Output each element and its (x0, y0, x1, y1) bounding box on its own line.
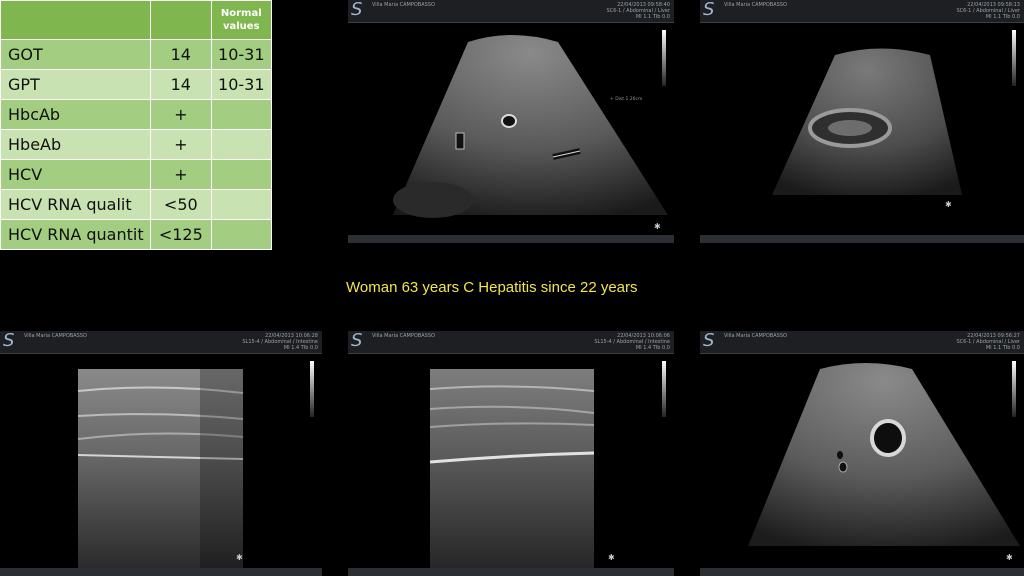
test-name: GPT (0, 69, 152, 100)
test-value: <50 (150, 189, 212, 220)
ultrasound-image-linear-1: S Villa Maria CAMPOBASSO 22/04/2013 10:0… (0, 331, 322, 576)
test-value: 14 (150, 69, 212, 100)
ultrasound-scan-liver (393, 35, 668, 218)
normal-value: 10-31 (210, 69, 273, 100)
ultrasound-image-kidney: S Villa Maria CAMPOBASSO 22/04/2013 09:5… (700, 0, 1024, 243)
test-value: + (150, 129, 212, 160)
table-row: HCV RNA quantit <125 (0, 219, 273, 250)
lab-results-table: Normal values GOT 14 10-31 GPT 14 10-31 … (0, 0, 273, 250)
scanner-footer (700, 568, 1024, 576)
test-name: HbeAb (0, 129, 152, 160)
ultrasound-image-liver-2: S Villa Maria CAMPOBASSO 22/04/2013 09:5… (700, 331, 1024, 576)
header-cell-test (0, 0, 152, 40)
header-cell-value (150, 0, 212, 40)
test-value: 14 (150, 39, 212, 70)
test-name: GOT (0, 39, 152, 70)
grayscale-bar (1012, 361, 1016, 417)
case-caption: Woman 63 years C Hepatitis since 22 year… (346, 279, 638, 296)
ultrasound-image-linear-2: S Villa Maria CAMPOBASSO 22/04/2013 10:0… (348, 331, 674, 576)
test-value: + (150, 99, 212, 130)
table-header-row: Normal values (0, 0, 273, 40)
scanner-footer (0, 568, 322, 576)
scanner-footer (348, 568, 674, 576)
grayscale-bar (1012, 30, 1016, 86)
focus-marker-icon: ✱ (945, 200, 952, 209)
ultrasound-scan-kidney (772, 48, 962, 195)
focus-marker-icon: ✱ (608, 553, 615, 562)
test-name: HCV RNA qualit (0, 189, 152, 220)
table-row: HbeAb + (0, 129, 273, 160)
focus-marker-icon: ✱ (654, 222, 661, 231)
scanner-footer (700, 235, 1024, 243)
table-row: HCV + (0, 159, 273, 190)
measurement-label: + Dist 1.26cm (610, 97, 643, 102)
grayscale-bar (662, 30, 666, 86)
table-row: GPT 14 10-31 (0, 69, 273, 100)
normal-value (210, 159, 273, 190)
table-row: HbcAb + (0, 99, 273, 130)
ultrasound-scan-gallbladder (748, 363, 1020, 546)
test-name: HCV (0, 159, 152, 190)
ultrasound-scan-intestine (429, 369, 595, 569)
grayscale-bar (662, 361, 666, 417)
test-value: <125 (150, 219, 212, 250)
normal-value (210, 189, 273, 220)
scanner-footer (348, 235, 674, 243)
normal-value (210, 129, 273, 160)
test-value: + (150, 159, 212, 190)
focus-marker-icon: ✱ (236, 553, 243, 562)
test-name: HCV RNA quantit (0, 219, 152, 250)
normal-value: 10-31 (210, 39, 273, 70)
ultrasound-image-liver-1: S Villa Maria CAMPOBASSO 22/04/2013 09:5… (348, 0, 674, 243)
table-row: GOT 14 10-31 (0, 39, 273, 70)
grayscale-bar (310, 361, 314, 417)
normal-value (210, 219, 273, 250)
normal-value (210, 99, 273, 130)
ultrasound-scan-abdominal-wall (77, 369, 244, 569)
table-row: HCV RNA qualit <50 (0, 189, 273, 220)
focus-marker-icon: ✱ (1006, 553, 1013, 562)
header-normal-values: Normal values (210, 0, 273, 40)
test-name: HbcAb (0, 99, 152, 130)
